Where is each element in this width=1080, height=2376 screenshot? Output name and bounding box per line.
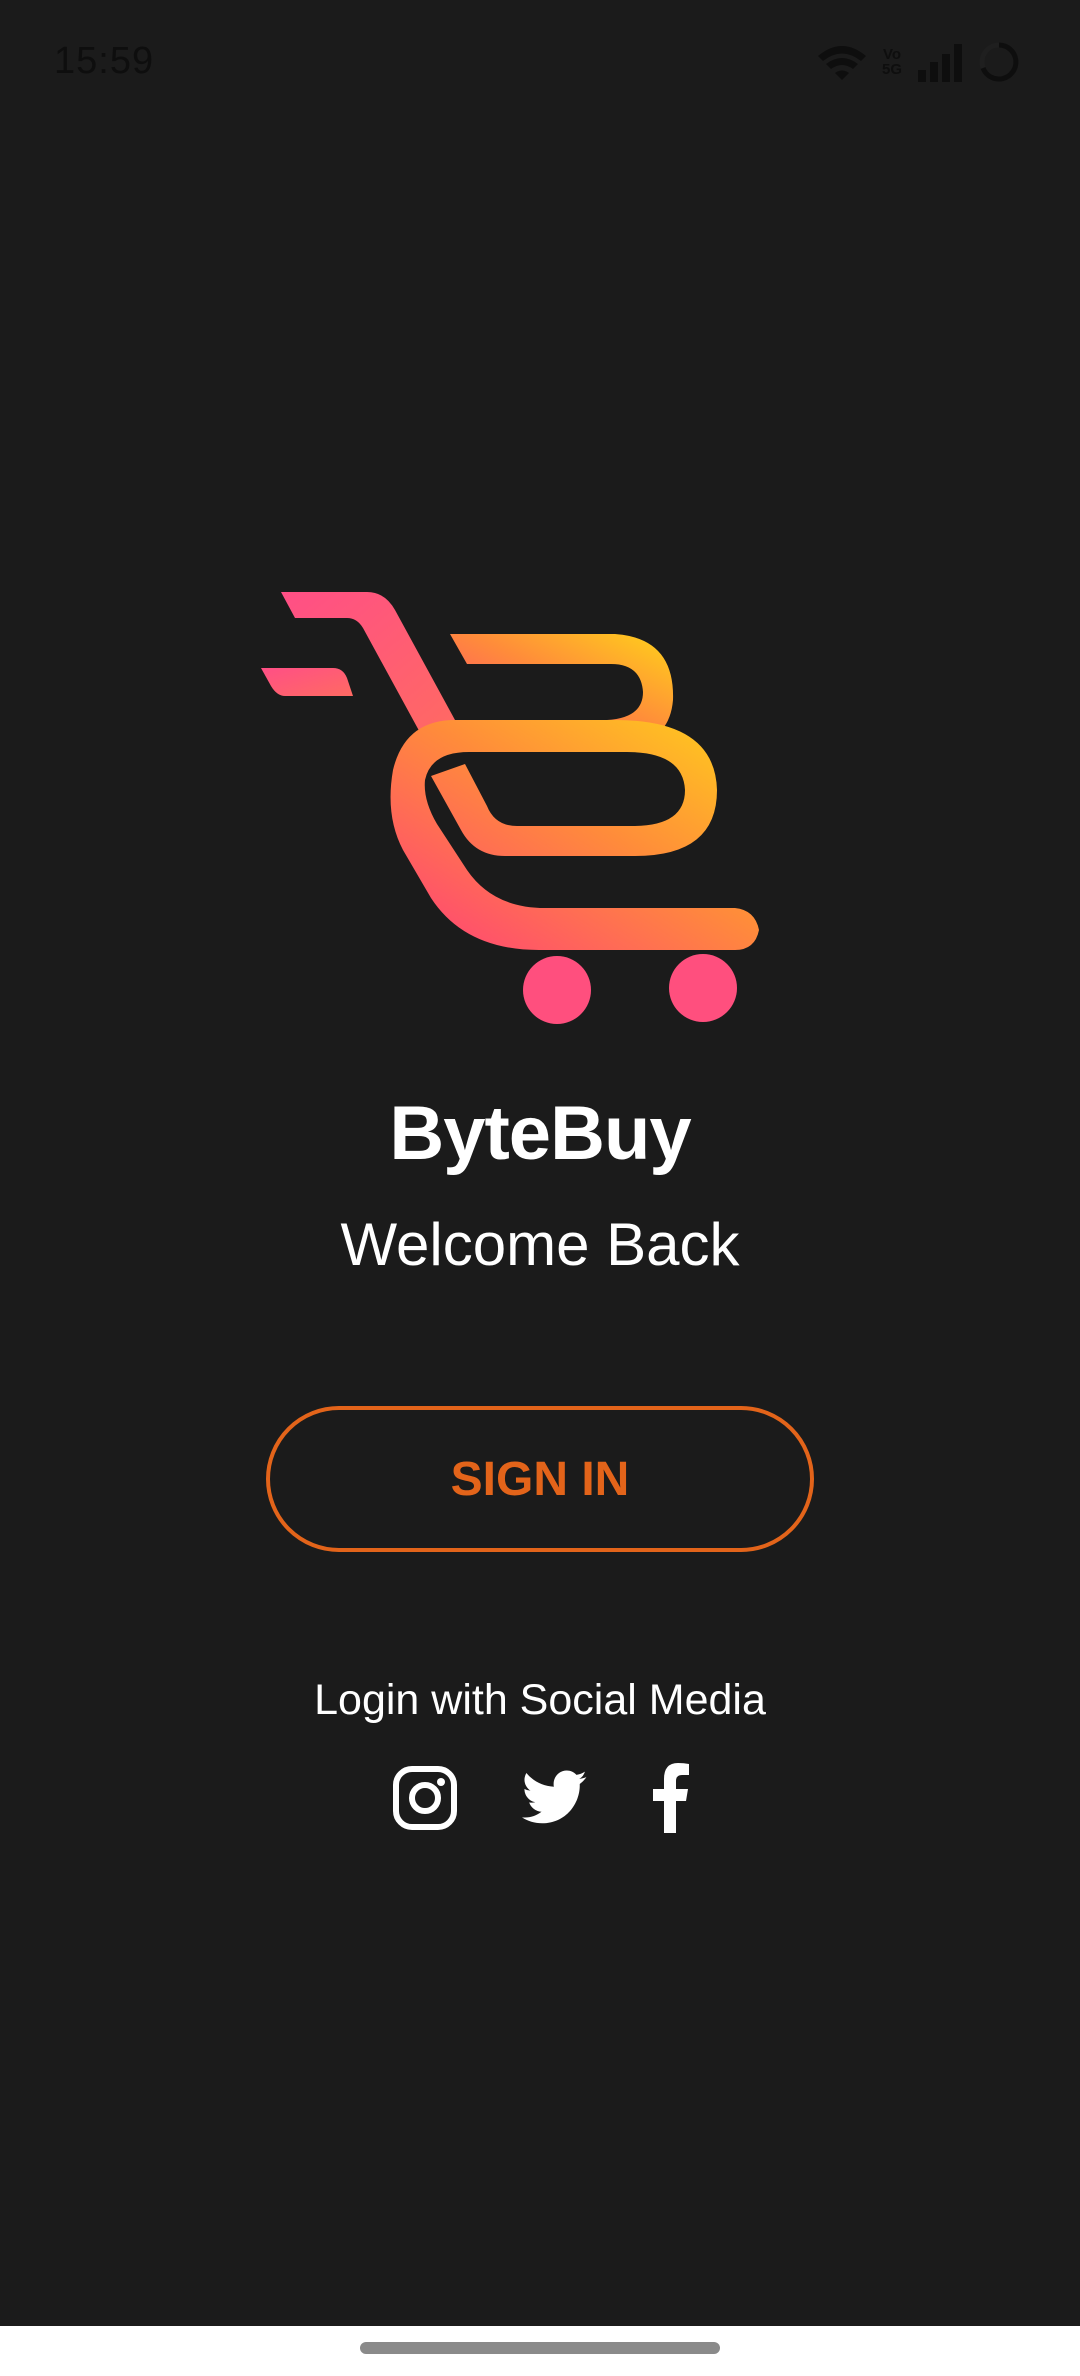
sign-in-button[interactable]: SIGN IN	[266, 1406, 814, 1552]
instagram-login-button[interactable]	[385, 1760, 465, 1840]
status-icons: Vo 5G	[816, 40, 1020, 84]
facebook-login-button[interactable]	[630, 1760, 710, 1840]
social-login-caption: Login with Social Media	[314, 1676, 766, 1724]
app-name: ByteBuy	[389, 1091, 691, 1176]
facebook-icon	[650, 1762, 690, 1838]
navigation-bar	[0, 2326, 1080, 2376]
network-type-label: 5G	[881, 61, 902, 78]
volte-label: Vo	[882, 46, 902, 63]
login-screen: 15:59 Vo 5G ByteBuy Welcome Back SIGN IN…	[0, 0, 1080, 2376]
volte-5g-icon: Vo 5G	[882, 47, 902, 77]
status-bar: 15:59 Vo 5G	[0, 0, 1080, 130]
loading-ring-icon	[978, 41, 1020, 83]
social-login-row	[0, 1760, 1080, 1840]
sign-in-label: SIGN IN	[450, 1452, 630, 1506]
wifi-icon	[816, 42, 868, 82]
twitter-icon	[521, 1770, 588, 1831]
home-indicator[interactable]	[360, 2342, 720, 2354]
instagram-icon	[392, 1765, 458, 1836]
signal-icon	[916, 42, 964, 82]
welcome-text: Welcome Back	[340, 1211, 740, 1278]
shopping-cart-logo	[255, 580, 775, 1030]
status-time: 15:59	[54, 40, 155, 82]
twitter-login-button[interactable]	[515, 1760, 595, 1840]
